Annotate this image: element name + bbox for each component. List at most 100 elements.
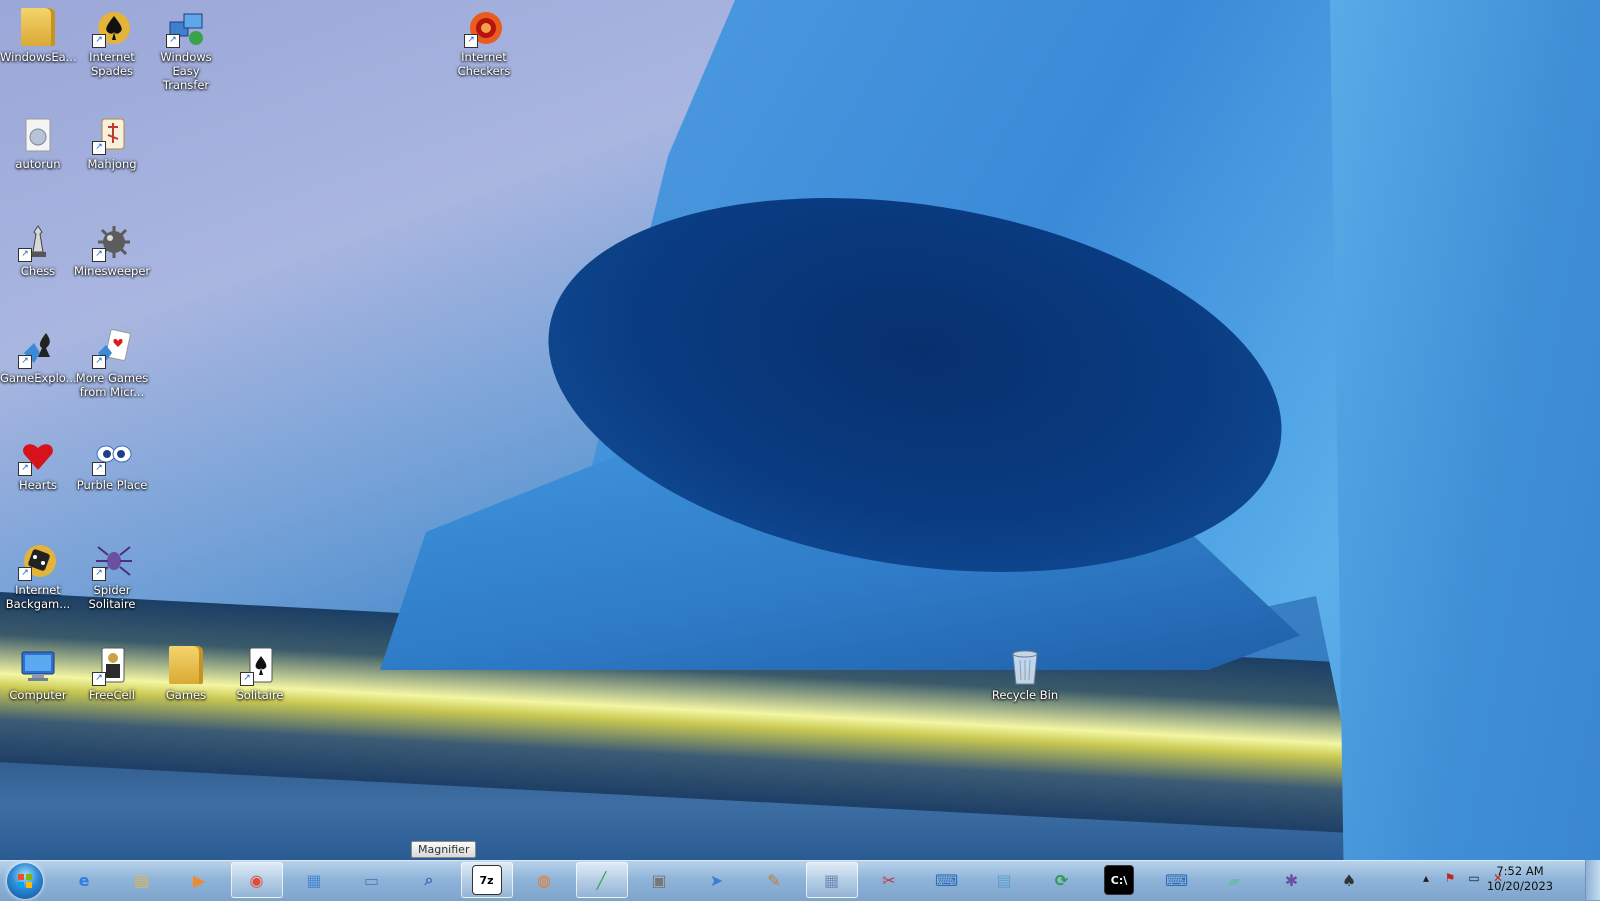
taskbar-remote-desktop-button[interactable]: ▭	[346, 862, 398, 898]
wallpaper-building-right	[1330, 0, 1600, 860]
easy-transfer-icon: ↗	[166, 8, 206, 48]
desktop-icon-label: WindowsEa...	[0, 50, 77, 64]
command-prompt-icon: C:\	[1104, 865, 1134, 895]
remote-desktop-icon: ▭	[363, 870, 380, 890]
desktop-icon-internet-checkers[interactable]: ↗ Internet Checkers	[446, 0, 522, 78]
desktop-icon-label: Hearts	[19, 478, 57, 492]
desktop-icon-label: Recycle Bin	[991, 688, 1059, 702]
desktop-icon-label: autorun	[15, 157, 61, 171]
solitaire-icon: ♠	[1341, 870, 1357, 890]
autorun-icon	[18, 115, 58, 155]
network-icon: ⌨	[934, 870, 959, 890]
desktop-wallpaper	[0, 0, 1600, 860]
taskbar-snipping-tool-button[interactable]: ✂	[863, 862, 915, 898]
firefox-icon: ◍	[537, 870, 551, 890]
taskbar-control-panel-button[interactable]: ▦	[288, 862, 340, 898]
desktop-icon-computer[interactable]: Computer	[0, 638, 76, 702]
on-screen-keyboard-icon: ⌨	[1164, 870, 1189, 890]
task-manager-icon: ╱	[596, 870, 607, 890]
desktop-icon-recycle-bin[interactable]: Recycle Bin	[987, 638, 1063, 702]
start-button[interactable]	[7, 863, 43, 899]
internet-explorer-icon: e	[78, 870, 90, 890]
desktop-icon-label: Spider Solitaire	[88, 583, 136, 611]
desktop-icon-label: Chess	[20, 264, 56, 278]
desktop-icon-label: Internet Checkers	[457, 50, 511, 78]
calculator-icon: ▦	[823, 870, 840, 890]
magnifier-tooltip: Magnifier	[411, 841, 477, 858]
desktop-icon-label: FreeCell	[89, 688, 135, 702]
taskbar-file-explorer-button[interactable]: ▤	[116, 862, 168, 898]
taskbar-calculator-button[interactable]: ▦	[805, 862, 858, 898]
taskbar-paint-button[interactable]: ✎	[748, 862, 800, 898]
taskbar-command-prompt-button[interactable]: C:\	[1093, 862, 1145, 898]
desktop-icon-freecell[interactable]: ↗ FreeCell	[74, 638, 150, 702]
desktop-icon-internet-spades[interactable]: ↗ Internet Spades	[74, 0, 150, 78]
hearts-icon: ↗	[18, 436, 58, 476]
notepad-icon: ▤	[996, 870, 1012, 890]
desktop-icon-windows-easy-transfer[interactable]: ↗ Windows Easy Transfer	[148, 0, 224, 92]
desktop-icon-autorun[interactable]: autorun	[0, 107, 76, 171]
desktop-icon-label: Internet Backgam...	[5, 583, 71, 611]
taskbar-solitaire-button[interactable]: ♠	[1323, 862, 1375, 898]
freecell-icon: ↗	[92, 646, 132, 686]
desktop-icon-game-explorer[interactable]: ↗ GameExplo...	[0, 321, 77, 385]
desktop-icon-solitaire[interactable]: ↗ Solitaire	[222, 638, 298, 702]
windows-logo-icon	[18, 874, 32, 888]
taskbar-media-player-button[interactable]: ▶	[173, 862, 225, 898]
spider-solitaire-icon: ✱	[1284, 870, 1299, 890]
taskbar-fax-scan-button[interactable]: ▣	[633, 862, 685, 898]
spider-solitaire-icon: ↗	[92, 541, 132, 581]
7zip-icon: 7z	[471, 865, 502, 895]
paint-icon: ✎	[767, 870, 781, 890]
desktop-icon-minesweeper[interactable]: ↗ Minesweeper	[74, 214, 150, 278]
clock-date: 10/20/2023	[1486, 879, 1554, 893]
sticky-notes-icon: ▰	[1227, 870, 1241, 890]
spades-icon: ↗	[92, 8, 132, 48]
recycle-bin-icon	[1005, 646, 1045, 686]
snipping-tool-icon: ✂	[882, 870, 896, 890]
taskbar-chrome-button[interactable]: ◉	[230, 862, 283, 898]
taskbar-internet-explorer-button[interactable]: e	[58, 862, 110, 898]
taskbar-notepad-button[interactable]: ▤	[978, 862, 1030, 898]
taskbar-sync-center-button[interactable]: ⟳	[1036, 862, 1088, 898]
taskbar-paper-plane-button[interactable]: ➤	[691, 862, 743, 898]
desktop-icon-purble-place[interactable]: ↗ Purble Place	[74, 428, 150, 492]
magnifier-icon: ⌕	[424, 870, 434, 889]
clock-time: 7:52 AM	[1496, 864, 1544, 878]
taskbar-spider-solitaire-button[interactable]: ✱	[1266, 862, 1318, 898]
fax-scan-icon: ▣	[651, 870, 667, 890]
action-center-flag-icon[interactable]: ⚑	[1442, 870, 1458, 886]
desktop-icon-internet-backgammon[interactable]: ↗ Internet Backgam...	[0, 533, 76, 611]
folder-icon	[166, 646, 206, 686]
file-explorer-icon: ▤	[133, 870, 150, 890]
desktop-icon-windowseasy[interactable]: WindowsEa...	[0, 0, 77, 64]
computer-icon	[18, 646, 58, 686]
taskbar-clock[interactable]: 7:52 AM 10/20/2023	[1480, 864, 1560, 894]
taskbar-sticky-notes-button[interactable]: ▰	[1208, 862, 1260, 898]
desktop-icon-spider-solitaire[interactable]: ↗ Spider Solitaire	[74, 533, 150, 611]
desktop-icon-label: Computer	[9, 688, 67, 702]
taskbar-firefox-button[interactable]: ◍	[518, 862, 570, 898]
chrome-icon: ◉	[249, 870, 264, 890]
taskbar-task-manager-button[interactable]: ╱	[575, 862, 628, 898]
more-games-icon: ↗	[92, 329, 132, 369]
desktop-icon-label: Mahjong	[87, 157, 137, 171]
desktop-icon-hearts[interactable]: ↗ Hearts	[0, 428, 76, 492]
checkers-icon: ↗	[464, 8, 504, 48]
taskbar-magnifier-button[interactable]: ⌕	[403, 862, 455, 898]
taskbar-network-button[interactable]: ⌨	[921, 862, 973, 898]
desktop-icon-mahjong[interactable]: ↗ Mahjong	[74, 107, 150, 171]
desktop-icon-chess[interactable]: ↗ Chess	[0, 214, 76, 278]
desktop-icon-more-games[interactable]: ↗ More Games from Micr...	[74, 321, 150, 399]
desktop-icon-games[interactable]: Games	[148, 638, 224, 702]
show-hidden-icons-icon[interactable]: ▴	[1418, 870, 1434, 886]
media-player-icon: ▶	[192, 870, 206, 890]
desktop-icon-label: Games	[165, 688, 207, 702]
taskbar-on-screen-keyboard-button[interactable]: ⌨	[1151, 862, 1203, 898]
taskbar-7zip-button[interactable]: 7z	[460, 862, 513, 898]
minesweeper-icon: ↗	[92, 222, 132, 262]
show-desktop-button[interactable]	[1585, 860, 1600, 900]
game-explorer-icon: ↗	[18, 329, 58, 369]
folder-icon	[18, 8, 58, 48]
mahjong-icon: ↗	[92, 115, 132, 155]
